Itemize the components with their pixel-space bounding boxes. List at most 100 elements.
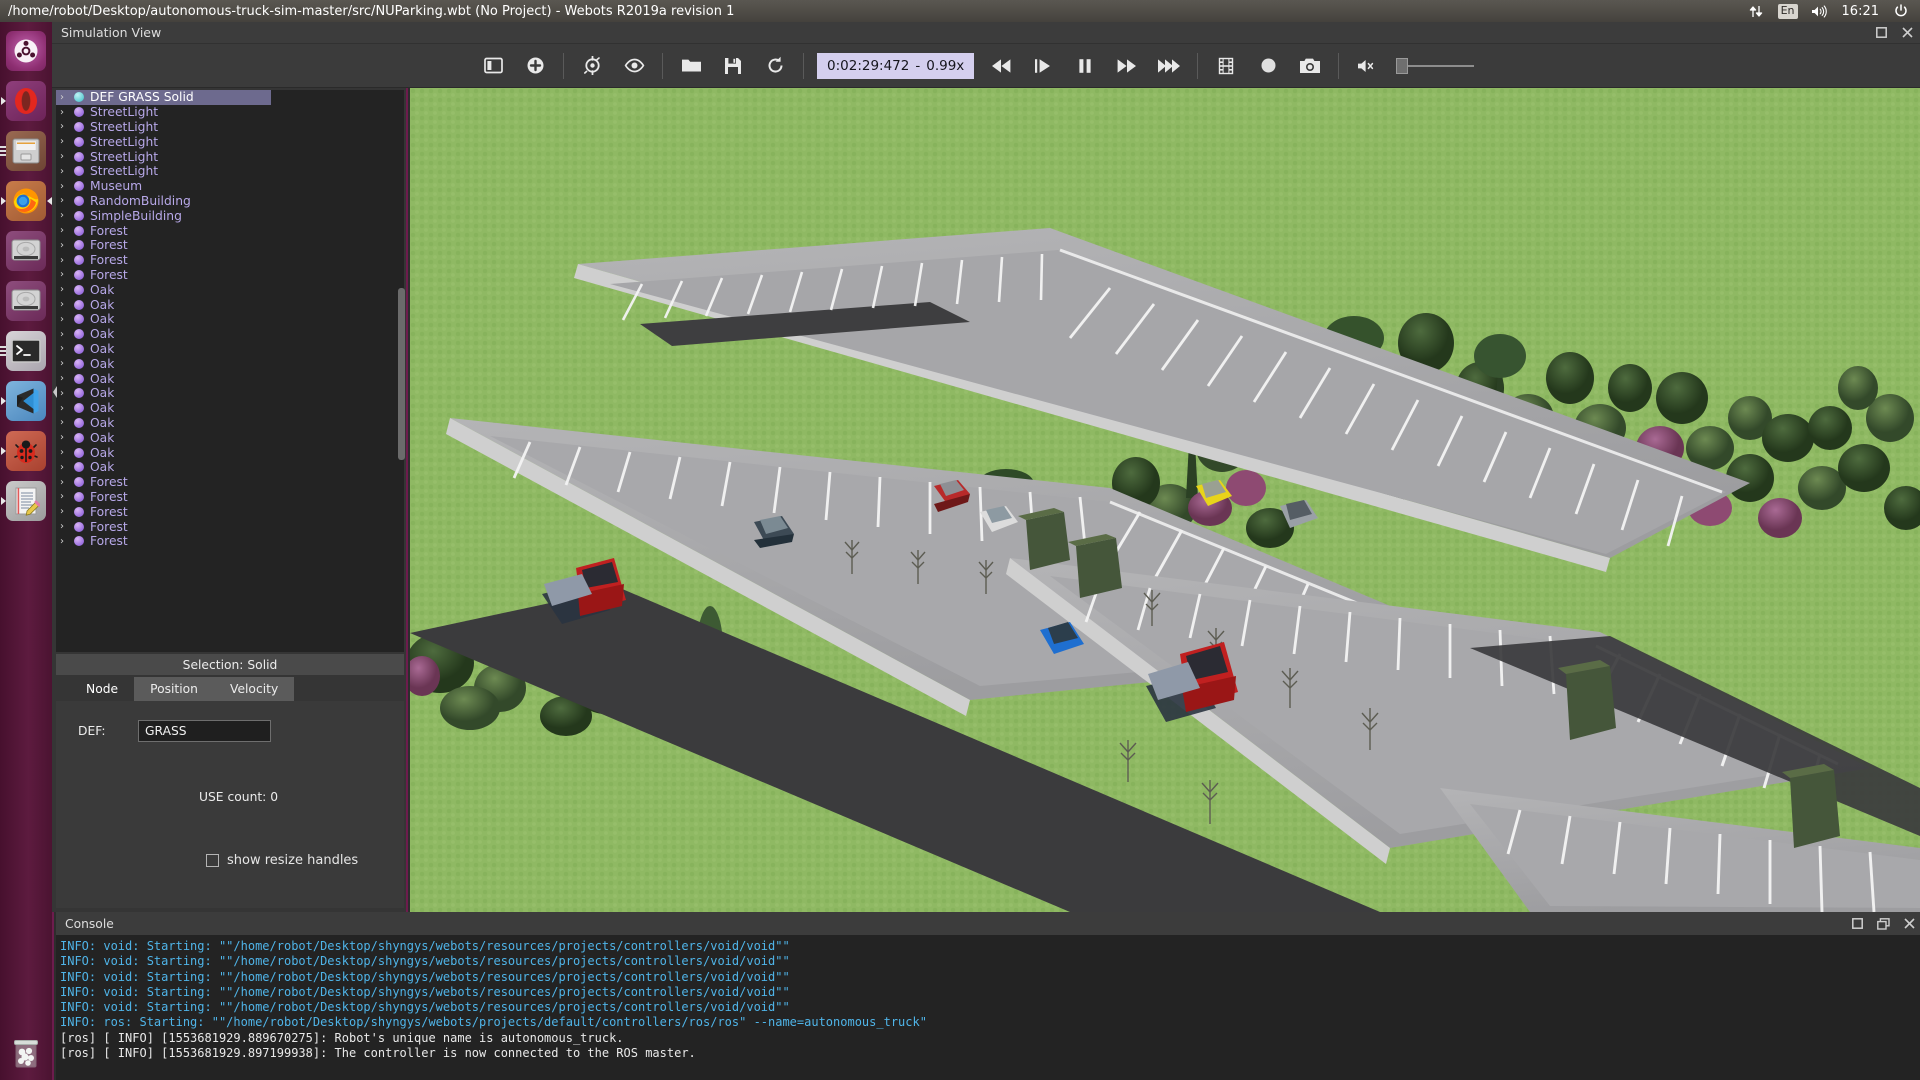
tab-node[interactable]: Node (70, 677, 135, 701)
chevron-right-icon[interactable]: › (60, 462, 74, 473)
launcher-item-ubuntu-dash[interactable] (0, 26, 52, 76)
network-updown-icon[interactable] (1747, 3, 1765, 19)
console-float-button[interactable] (1870, 913, 1896, 935)
chevron-right-icon[interactable]: › (60, 92, 74, 103)
chevron-right-icon[interactable]: › (60, 373, 74, 384)
launcher-item-disk-drive[interactable] (0, 276, 52, 326)
tab-position[interactable]: Position (134, 677, 214, 701)
restore-viewpoint-icon[interactable] (571, 49, 613, 83)
chevron-right-icon[interactable]: › (60, 358, 74, 369)
scene-tree-item[interactable]: › StreetLight (56, 164, 404, 179)
chevron-right-icon[interactable]: › (60, 432, 74, 443)
volume-slider[interactable] (1396, 55, 1475, 77)
launcher-item-trash[interactable] (0, 1028, 52, 1078)
chevron-right-icon[interactable]: › (60, 240, 74, 251)
console-close-button[interactable] (1896, 913, 1920, 935)
reset-simulation-icon[interactable] (980, 49, 1022, 83)
scene-tree-item[interactable]: › Forest (56, 504, 404, 519)
chevron-right-icon[interactable]: › (60, 388, 74, 399)
scene-tree-item[interactable]: › DEF GRASS Solid (56, 90, 271, 105)
scene-tree-item[interactable]: › Oak (56, 327, 404, 342)
scene-tree-item[interactable]: › Oak (56, 356, 404, 371)
pause-simulation-icon[interactable] (1064, 49, 1106, 83)
screenshot-icon[interactable] (1289, 49, 1331, 83)
dock-collapse-handle-icon[interactable] (52, 384, 58, 400)
scene-tree[interactable]: › DEF GRASS Solid › StreetLight › StreetLight… (56, 90, 404, 652)
console-maximize-button[interactable] (1844, 913, 1870, 935)
add-node-icon[interactable] (514, 49, 556, 83)
record-icon[interactable] (1247, 49, 1289, 83)
open-world-icon[interactable] (670, 49, 712, 83)
chevron-right-icon[interactable]: › (60, 329, 74, 340)
scene-tree-item[interactable]: › Forest (56, 519, 404, 534)
scene-tree-item[interactable]: › Oak (56, 342, 404, 357)
scene-tree-item[interactable]: › StreetLight (56, 149, 404, 164)
scene-tree-item[interactable]: › Oak (56, 445, 404, 460)
scene-tree-item[interactable]: › Oak (56, 430, 404, 445)
chevron-right-icon[interactable]: › (60, 166, 74, 177)
launcher-item-firefox-browser[interactable] (0, 176, 52, 226)
chevron-right-icon[interactable]: › (60, 210, 74, 221)
chevron-right-icon[interactable]: › (60, 447, 74, 458)
scene-tree-item[interactable]: › Forest (56, 534, 404, 549)
chevron-right-icon[interactable]: › (60, 477, 74, 488)
fast-simulation-icon[interactable] (1148, 49, 1190, 83)
3d-viewport[interactable] (410, 88, 1920, 912)
scene-tree-item[interactable]: › StreetLight (56, 134, 404, 149)
volume-icon[interactable] (1811, 3, 1829, 19)
scene-tree-item[interactable]: › Forest (56, 253, 404, 268)
def-input[interactable]: GRASS (138, 720, 271, 742)
scene-tree-item[interactable]: › Oak (56, 312, 404, 327)
launcher-item-opera-browser[interactable] (0, 76, 52, 126)
scene-tree-item[interactable]: › Oak (56, 297, 404, 312)
run-simulation-icon[interactable] (1106, 49, 1148, 83)
clock[interactable]: 16:21 (1842, 4, 1879, 19)
follow-object-icon[interactable] (613, 49, 655, 83)
save-world-icon[interactable] (712, 49, 754, 83)
chevron-right-icon[interactable]: › (60, 403, 74, 414)
chevron-right-icon[interactable]: › (60, 136, 74, 147)
launcher-item-disk-utility[interactable] (0, 226, 52, 276)
scene-tree-item[interactable]: › SimpleBuilding (56, 208, 404, 223)
scene-tree-item[interactable]: › Oak (56, 371, 404, 386)
scene-tree-item[interactable]: › Museum (56, 179, 404, 194)
chevron-right-icon[interactable]: › (60, 314, 74, 325)
scene-tree-item[interactable]: › Forest (56, 238, 404, 253)
chevron-right-icon[interactable]: › (60, 269, 74, 280)
step-simulation-icon[interactable] (1022, 49, 1064, 83)
scene-tree-item[interactable]: › Oak (56, 386, 404, 401)
scene-tree-item[interactable]: › Forest (56, 268, 404, 283)
scene-tree-item[interactable]: › StreetLight (56, 120, 404, 135)
scene-tree-item[interactable]: › Forest (56, 490, 404, 505)
scene-tree-item[interactable]: › Oak (56, 282, 404, 297)
launcher-item-files-manager[interactable] (0, 126, 52, 176)
scene-tree-scrollbar[interactable] (398, 288, 405, 460)
make-movie-icon[interactable] (1205, 49, 1247, 83)
chevron-right-icon[interactable]: › (60, 107, 74, 118)
chevron-right-icon[interactable]: › (60, 491, 74, 502)
chevron-right-icon[interactable]: › (60, 521, 74, 532)
scene-tree-item[interactable]: › Forest (56, 475, 404, 490)
reload-world-icon[interactable] (754, 49, 796, 83)
scene-tree-item[interactable]: › RandomBuilding (56, 194, 404, 209)
show-resize-handles-row[interactable]: show resize handles (206, 853, 358, 868)
simulation-time-field[interactable]: 0:02:29:472 - 0.99x (817, 52, 975, 79)
simulation-view-close-button[interactable] (1894, 22, 1920, 44)
launcher-item-terminal[interactable] (0, 326, 52, 376)
launcher-item-debug-ladybug[interactable] (0, 426, 52, 476)
scene-tree-item[interactable]: › StreetLight (56, 105, 404, 120)
scene-tree-item[interactable]: › Oak (56, 416, 404, 431)
chevron-right-icon[interactable]: › (60, 121, 74, 132)
chevron-right-icon[interactable]: › (60, 151, 74, 162)
chevron-right-icon[interactable]: › (60, 417, 74, 428)
console-output[interactable]: INFO: void: Starting: ""/home/robot/Desk… (56, 935, 1920, 1080)
scene-tree-item[interactable]: › Forest (56, 223, 404, 238)
show-resize-handles-checkbox[interactable] (206, 854, 219, 867)
chevron-right-icon[interactable]: › (60, 255, 74, 266)
chevron-right-icon[interactable]: › (60, 225, 74, 236)
scene-tree-item[interactable]: › Oak (56, 460, 404, 475)
chevron-right-icon[interactable]: › (60, 299, 74, 310)
chevron-right-icon[interactable]: › (60, 506, 74, 517)
scene-tree-item[interactable]: › Oak (56, 401, 404, 416)
launcher-item-text-editor[interactable] (0, 476, 52, 526)
